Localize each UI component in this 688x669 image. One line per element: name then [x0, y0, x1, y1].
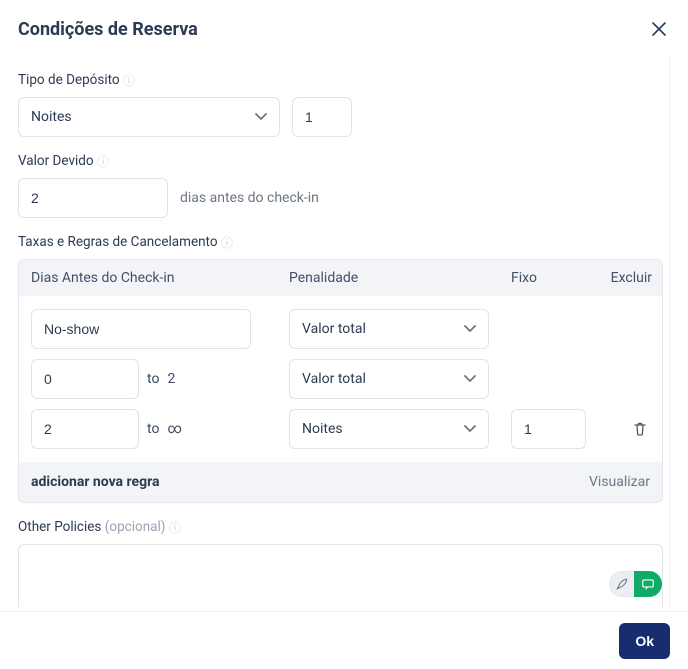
penalty-select[interactable]: Noites: [289, 409, 489, 449]
col-delete: Excluir: [606, 270, 652, 286]
chat-icon: [634, 571, 662, 597]
modal-title: Condições de Reserva: [18, 19, 198, 40]
deposit-qty-input[interactable]: [292, 97, 352, 137]
fees-table-foot: adicionar nova regra Visualizar: [19, 462, 662, 502]
modal-container: Condições de Reserva Tipo de Depósito ⓘ …: [0, 0, 688, 669]
days-from-input[interactable]: [31, 309, 251, 349]
other-policies-textarea[interactable]: [18, 544, 663, 607]
close-icon: [652, 22, 666, 36]
col-days: Dias Antes do Check-in: [31, 270, 289, 286]
other-policies-label: Other Policies (opcional) ⓘ: [18, 519, 663, 536]
penalty-select[interactable]: Valor total: [289, 309, 489, 349]
col-fixed: Fixo: [511, 270, 606, 286]
delete-button[interactable]: [628, 417, 652, 441]
fees-table: Dias Antes do Check-in Penalidade Fixo E…: [18, 259, 663, 503]
info-icon: ⓘ: [169, 521, 181, 535]
amount-due-row: dias antes do check-in: [18, 178, 663, 218]
deposit-type-select[interactable]: Noites: [18, 97, 280, 137]
fees-table-body: Valor total to 2: [19, 296, 662, 462]
deposit-type-value: Noites: [31, 109, 72, 125]
days-to-value: 2: [167, 371, 175, 387]
to-label: to: [147, 371, 159, 387]
visualize-link[interactable]: Visualizar: [589, 474, 650, 490]
days-from-input[interactable]: [31, 409, 139, 449]
table-row: Valor total: [31, 304, 650, 354]
deposit-type-label: Tipo de Depósito ⓘ: [18, 72, 663, 89]
info-icon: ⓘ: [123, 74, 135, 88]
fees-label-text: Taxas e Regras de Cancelamento: [18, 234, 218, 250]
optional-hint: (opcional): [105, 519, 166, 535]
penalty-value: Valor total: [302, 371, 366, 387]
chevron-down-icon: [464, 425, 476, 433]
modal-footer: Ok: [0, 611, 688, 669]
penalty-value: Noites: [302, 421, 343, 437]
ok-button[interactable]: Ok: [619, 623, 670, 659]
col-penalty: Penalidade: [289, 270, 511, 286]
close-button[interactable]: [648, 18, 670, 40]
table-row: to ∞ Noites: [31, 404, 650, 454]
amount-due-label: Valor Devido ⓘ: [18, 153, 663, 170]
info-icon: ⓘ: [221, 236, 233, 250]
fees-table-head: Dias Antes do Check-in Penalidade Fixo E…: [19, 260, 662, 296]
modal-header: Condições de Reserva: [18, 18, 670, 40]
table-row: to 2 Valor total: [31, 354, 650, 404]
deposit-type-text: Tipo de Depósito: [18, 72, 120, 88]
days-to-value: ∞: [167, 421, 181, 437]
to-label: to: [147, 421, 159, 437]
modal-body[interactable]: Tipo de Depósito ⓘ Noites Valor Devido ⓘ…: [18, 56, 670, 607]
chevron-down-icon: [255, 113, 267, 121]
help-widget[interactable]: [609, 571, 662, 597]
info-icon: ⓘ: [97, 155, 109, 169]
trash-icon: [632, 421, 648, 437]
penalty-value: Valor total: [302, 321, 366, 337]
chevron-down-icon: [464, 325, 476, 333]
chevron-down-icon: [464, 375, 476, 383]
amount-due-text: Valor Devido: [18, 153, 94, 169]
fixed-input[interactable]: [511, 409, 586, 449]
add-rule-link[interactable]: adicionar nova regra: [31, 474, 159, 490]
penalty-select[interactable]: Valor total: [289, 359, 489, 399]
feather-icon: [609, 571, 635, 597]
deposit-row: Noites: [18, 97, 663, 137]
fees-label: Taxas e Regras de Cancelamento ⓘ: [18, 234, 663, 251]
days-from-input[interactable]: [31, 359, 139, 399]
other-policies-text: Other Policies: [18, 519, 101, 535]
due-days-hint: dias antes do check-in: [180, 190, 319, 206]
due-days-input[interactable]: [18, 178, 168, 218]
